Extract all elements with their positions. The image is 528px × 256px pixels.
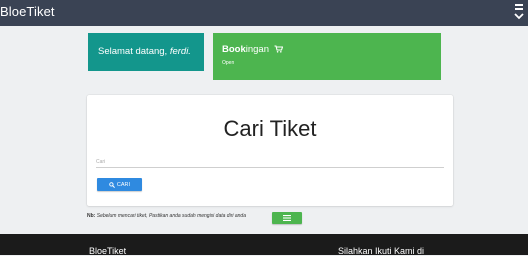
welcome-username: ferdi. <box>169 46 191 57</box>
booking-title: Bookingan <box>222 44 441 55</box>
footer: BloeTiket Silahkan Ikuti Kami di <box>0 234 528 256</box>
welcome-greeting: Selamat datang, <box>98 46 170 57</box>
note-text: Nb: Sebelum mencari tiket, Pastikan anda… <box>87 213 246 219</box>
profile-data-button[interactable] <box>272 212 302 224</box>
note-body: Sebelum mencari tiket, Pastikan anda sud… <box>95 213 246 219</box>
welcome-card: Selamat datang, ferdi. <box>88 33 204 71</box>
booking-title-bold: Book <box>222 44 246 55</box>
search-button[interactable]: CARI <box>97 178 142 191</box>
booking-status: Open <box>222 60 235 66</box>
search-input[interactable] <box>96 152 444 168</box>
navbar-brand[interactable]: BloeTiket <box>0 4 55 19</box>
top-navbar: BloeTiket <box>0 0 528 26</box>
booking-title-rest: ingan <box>245 44 269 55</box>
search-panel: Cari Tiket CARI <box>87 95 453 206</box>
search-icon <box>109 181 115 188</box>
list-icon <box>283 215 291 221</box>
hamburger-chevron-icon[interactable] <box>514 3 524 21</box>
search-button-label: CARI <box>116 181 131 188</box>
menu-bar-line <box>515 8 523 10</box>
chevron-down-icon <box>514 13 524 20</box>
search-title: Cari Tiket <box>223 116 317 141</box>
booking-card[interactable]: Bookingan Open <box>213 33 441 80</box>
menu-bar-line <box>515 4 523 6</box>
cart-icon <box>274 45 283 53</box>
